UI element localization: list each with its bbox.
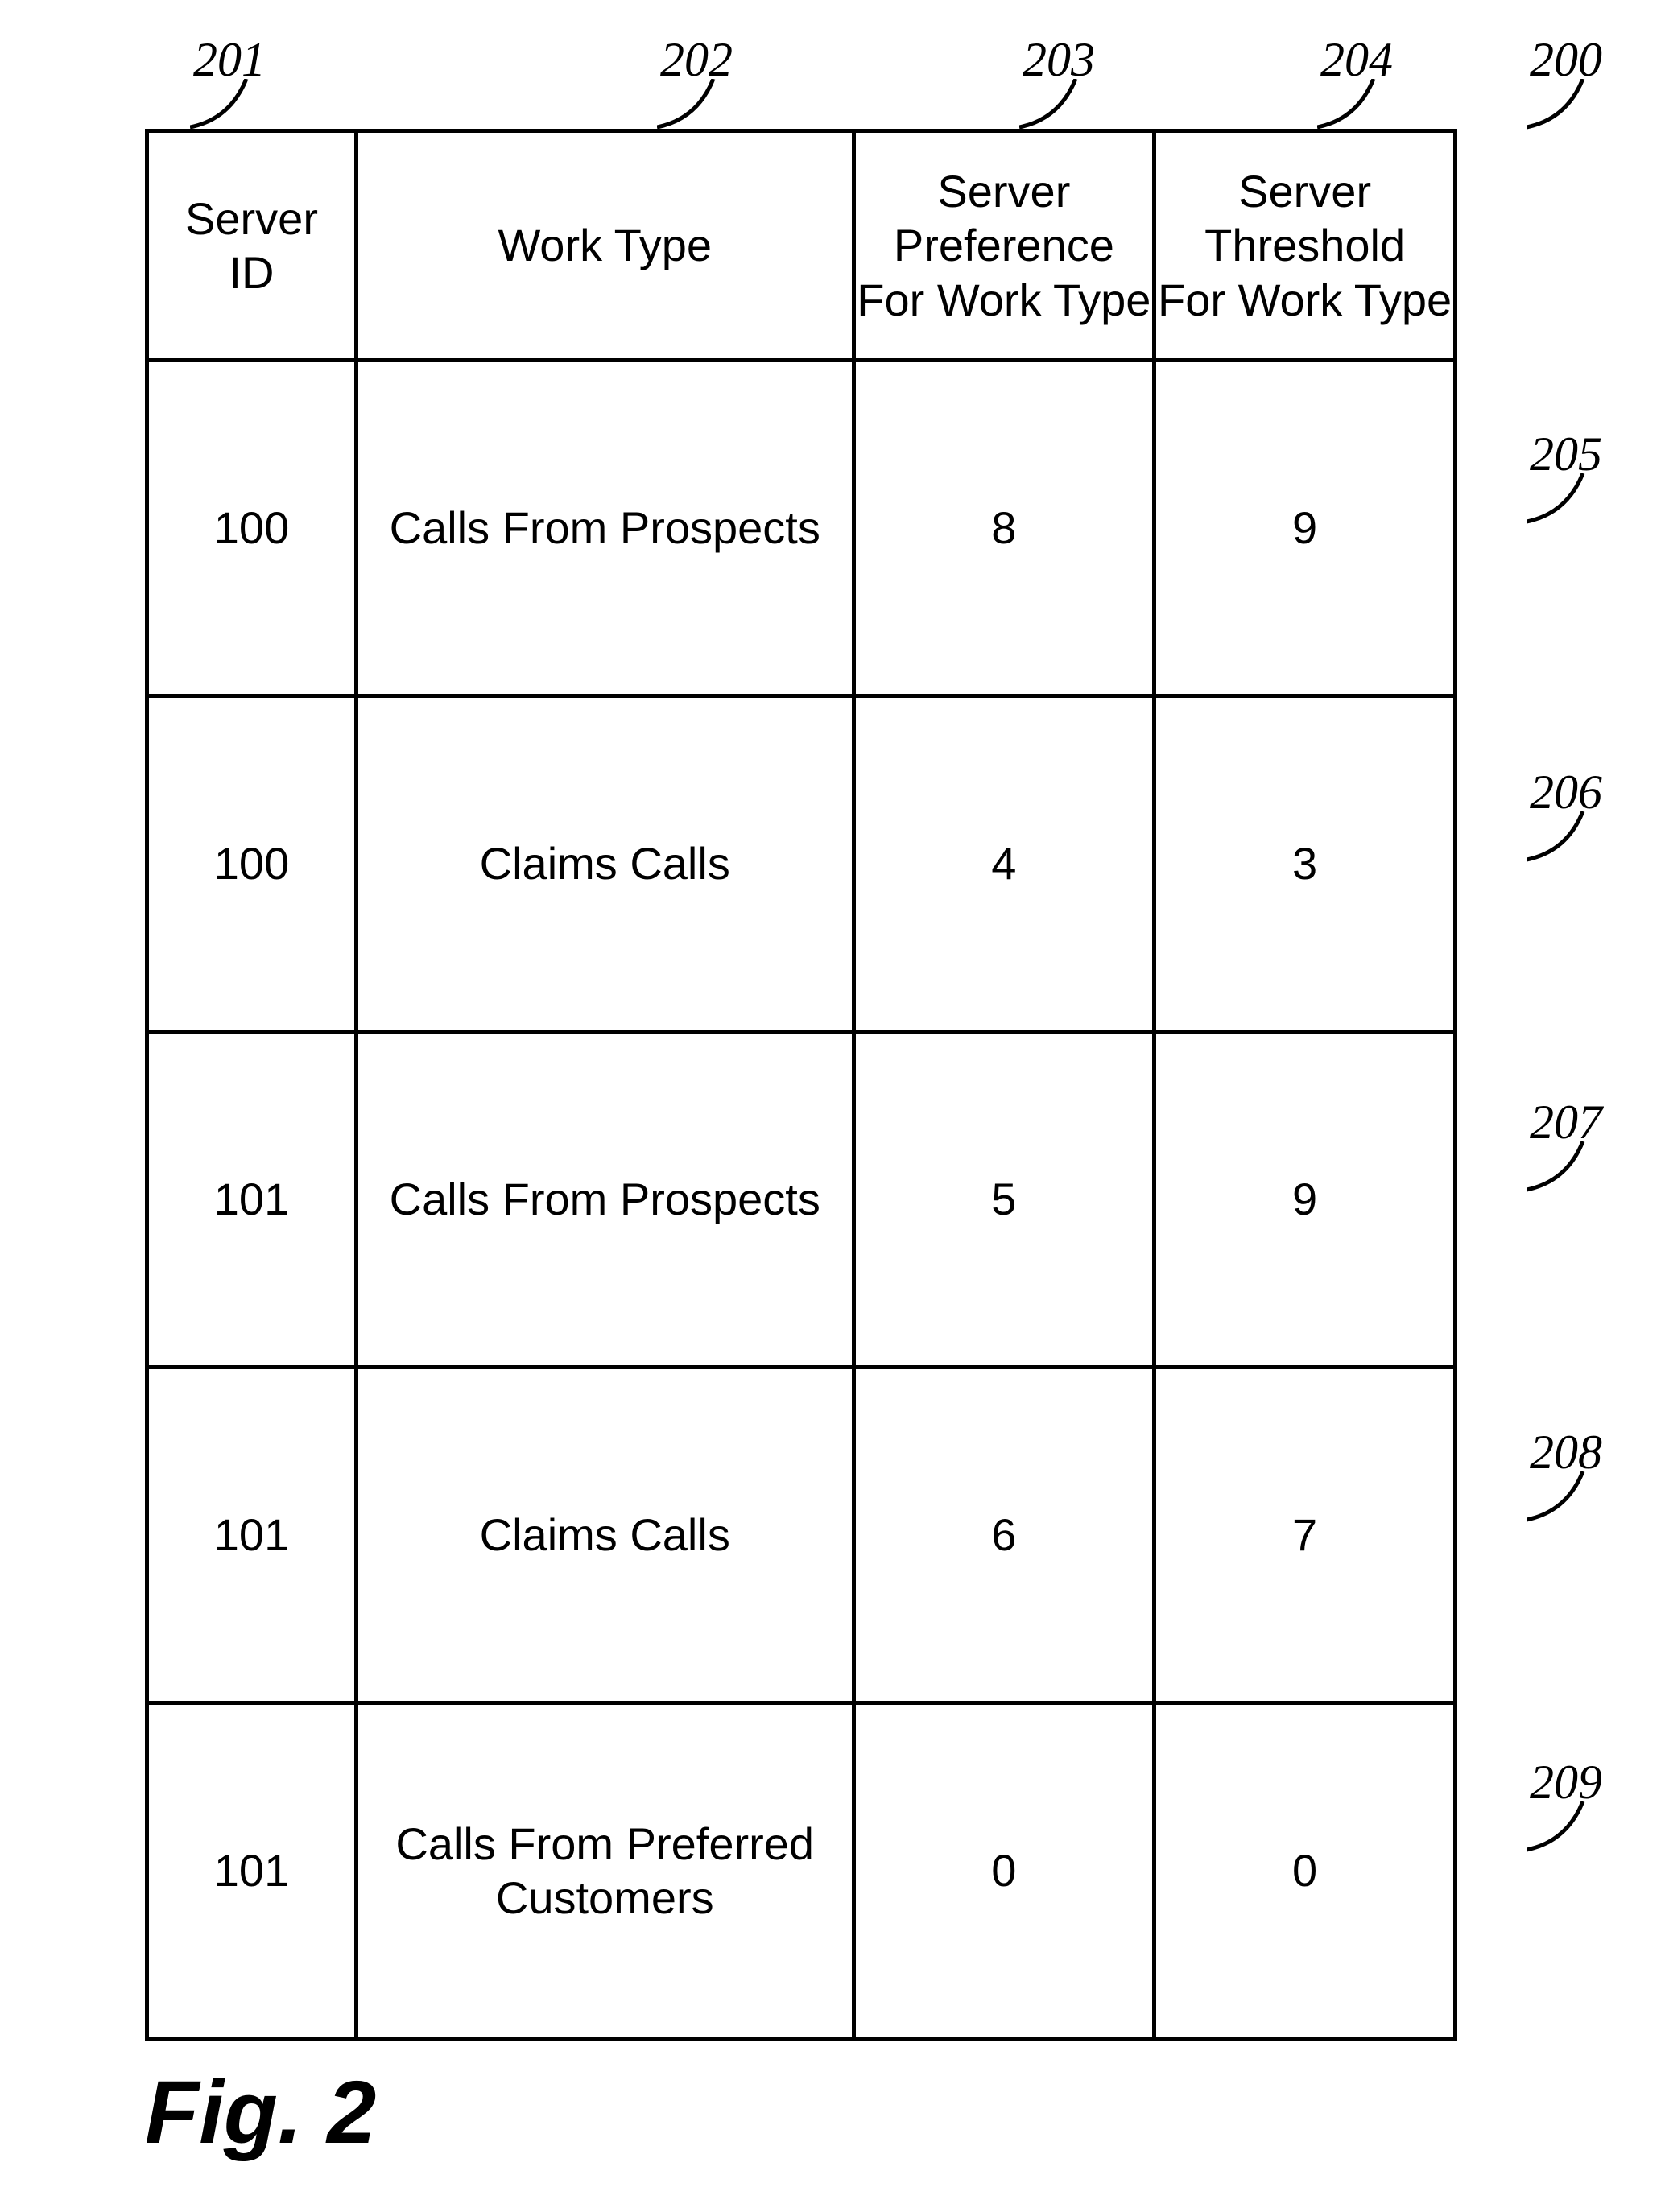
column-ref-203: 203 [1023, 32, 1095, 88]
cell-threshold: 0 [1155, 1703, 1456, 2039]
cell-preference: 0 [853, 1703, 1155, 2039]
leader-line [190, 79, 262, 135]
table-header-row: ServerID Work Type Server PreferenceFor … [147, 131, 1456, 361]
leader-line [1317, 79, 1390, 135]
table-row: 101 Calls From Prospects 5 9 [147, 1032, 1456, 1368]
row-ref-207: 207 [1530, 1095, 1602, 1150]
col-header-threshold: Server ThresholdFor Work Type [1155, 131, 1456, 361]
col-header-preference: Server PreferenceFor Work Type [853, 131, 1155, 361]
leader-line [1527, 1141, 1599, 1198]
cell-work-type: Claims Calls [357, 1368, 854, 1703]
row-ref-209: 209 [1530, 1755, 1602, 1810]
server-work-table: ServerID Work Type Server PreferenceFor … [145, 129, 1457, 2041]
leader-line [1527, 79, 1599, 135]
cell-threshold: 7 [1155, 1368, 1456, 1703]
leader-line [657, 79, 729, 135]
leader-line [1019, 79, 1092, 135]
leader-line [1527, 473, 1599, 530]
cell-threshold: 9 [1155, 361, 1456, 696]
column-ref-202: 202 [660, 32, 733, 88]
column-ref-204: 204 [1320, 32, 1393, 88]
leader-line [1527, 811, 1599, 868]
cell-server-id: 101 [147, 1703, 357, 2039]
col-header-server-id: ServerID [147, 131, 357, 361]
cell-threshold: 3 [1155, 696, 1456, 1032]
cell-preference: 6 [853, 1368, 1155, 1703]
cell-work-type: Claims Calls [357, 696, 854, 1032]
cell-server-id: 101 [147, 1368, 357, 1703]
leader-line [1527, 1801, 1599, 1858]
table-row: 100 Calls From Prospects 8 9 [147, 361, 1456, 696]
row-ref-206: 206 [1530, 765, 1602, 820]
cell-server-id: 100 [147, 361, 357, 696]
table-row: 100 Claims Calls 4 3 [147, 696, 1456, 1032]
table-ref-200: 200 [1530, 32, 1602, 88]
row-ref-205: 205 [1530, 427, 1602, 482]
cell-server-id: 101 [147, 1032, 357, 1368]
table-row: 101 Calls From PreferredCustomers 0 0 [147, 1703, 1456, 2039]
column-ref-201: 201 [193, 32, 266, 88]
col-header-work-type: Work Type [357, 131, 854, 361]
leader-line [1527, 1471, 1599, 1528]
cell-work-type: Calls From Prospects [357, 361, 854, 696]
cell-preference: 4 [853, 696, 1155, 1032]
cell-work-type: Calls From Prospects [357, 1032, 854, 1368]
cell-server-id: 100 [147, 696, 357, 1032]
table-wrapper: 201 202 203 204 200 [145, 129, 1457, 2041]
cell-threshold: 9 [1155, 1032, 1456, 1368]
cell-work-type: Calls From PreferredCustomers [357, 1703, 854, 2039]
row-ref-208: 208 [1530, 1425, 1602, 1480]
table-row: 101 Claims Calls 6 7 [147, 1368, 1456, 1703]
cell-preference: 8 [853, 361, 1155, 696]
cell-preference: 5 [853, 1032, 1155, 1368]
figure-caption: Fig. 2 [145, 2061, 376, 2164]
